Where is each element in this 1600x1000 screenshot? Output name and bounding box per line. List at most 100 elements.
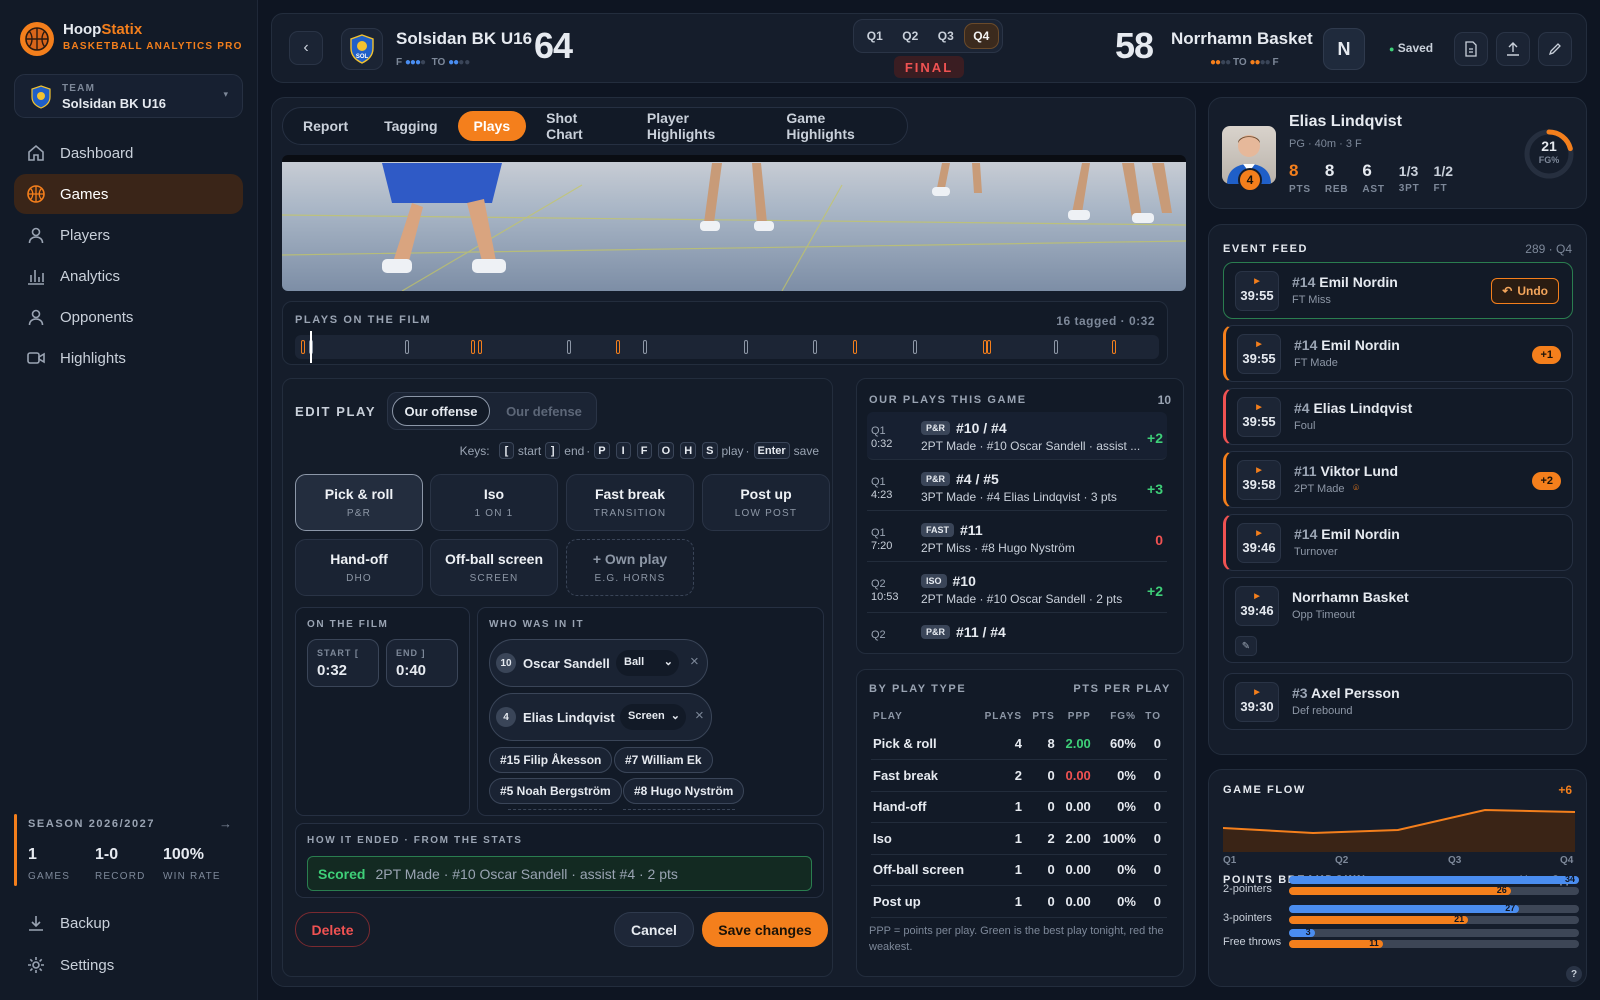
edit-game-button[interactable] xyxy=(1538,32,1572,66)
play-type-off-ball-screen[interactable]: Off-ball screen SCREEN xyxy=(430,539,558,596)
tab-player-highlights[interactable]: Player Highlights xyxy=(631,110,766,142)
back-button[interactable]: ‹ xyxy=(289,31,323,65)
timeline-marker[interactable] xyxy=(616,340,620,354)
timeline-track[interactable] xyxy=(295,331,1159,363)
quarter-q4[interactable]: Q4 xyxy=(963,23,1000,49)
play-list-item[interactable]: Q1 4:23 P&R #4 / #5 3PT Made · #4 Elias Lind… xyxy=(867,463,1167,511)
export-button[interactable] xyxy=(1496,32,1530,66)
cancel-button[interactable]: Cancel xyxy=(614,912,694,947)
timeline-marker[interactable] xyxy=(987,340,991,354)
toggle-our-defense[interactable]: Our defense xyxy=(494,396,594,426)
tab-tagging[interactable]: Tagging xyxy=(368,111,453,141)
event-time-button[interactable]: ▶ 39:46 xyxy=(1235,586,1279,626)
table-row[interactable]: Pick & roll 4 8 2.00 60% 0 xyxy=(871,728,1167,760)
team-selector[interactable]: TEAM Solsidan BK U16 ▾ xyxy=(14,74,243,118)
event-time-button[interactable]: ▶ 39:55 xyxy=(1237,334,1281,374)
nav-highlights[interactable]: Highlights xyxy=(14,338,243,378)
play-list-item[interactable]: Q1 7:20 FAST #11 2PT Miss · #8 Hugo Nyström 0 xyxy=(867,514,1167,562)
toggle-our-offense[interactable]: Our offense xyxy=(392,396,490,426)
play-type-iso[interactable]: Iso 1 ON 1 xyxy=(430,474,558,531)
edit-event-button[interactable]: ✎ xyxy=(1235,636,1257,656)
timeline-marker[interactable] xyxy=(567,340,571,354)
event-time-button[interactable]: ▶ 39:58 xyxy=(1237,460,1281,500)
play-type-hand-off[interactable]: Hand-off DHO xyxy=(295,539,423,596)
timeline-marker[interactable] xyxy=(1112,340,1116,354)
tab-report[interactable]: Report xyxy=(287,111,364,141)
timeline-marker[interactable] xyxy=(913,340,917,354)
tab-plays[interactable]: Plays xyxy=(457,111,527,141)
event-item[interactable]: ▶ 39:46 #14 Emil Nordin Turnover xyxy=(1223,514,1573,571)
event-item[interactable]: ▶ 39:55 #14 Emil Nordin FT Made +1 xyxy=(1223,325,1573,382)
player-chip[interactable]: #5 Noah Bergström xyxy=(489,778,622,804)
column-header: PLAY xyxy=(873,710,903,722)
timeline-marker[interactable] xyxy=(478,340,482,354)
nav-games[interactable]: Games xyxy=(14,174,243,214)
nav-players[interactable]: Players xyxy=(14,215,243,255)
event-item[interactable]: ▶ 39:46 Norrhamn Basket Opp Timeout ✎ xyxy=(1223,577,1573,663)
help-icon[interactable]: ? xyxy=(1566,966,1582,982)
add-own-play-button[interactable]: + Own play E.G. HORNS xyxy=(566,539,694,596)
event-item[interactable]: ▶ 39:30 #3 Axel Persson Def rebound xyxy=(1223,673,1573,730)
timeline-marker[interactable] xyxy=(643,340,647,354)
tab-shot-chart[interactable]: Shot Chart xyxy=(530,110,627,142)
video-player[interactable] xyxy=(282,155,1186,291)
quarter-q3[interactable]: Q3 xyxy=(928,23,964,49)
nav-backup[interactable]: Backup xyxy=(14,903,243,943)
nav-opponents[interactable]: Opponents xyxy=(14,297,243,337)
event-item[interactable]: ▶ 39:58 #11 Viktor Lund 2PT Made ⌾ +2 xyxy=(1223,451,1573,508)
remove-player-icon[interactable]: × xyxy=(690,653,699,670)
breakdown-category-label: 3-pointers xyxy=(1223,912,1272,924)
table-row[interactable]: Post up 1 0 0.00 0% 0 xyxy=(871,885,1167,918)
arrow-right-icon[interactable]: → xyxy=(219,816,232,831)
timeline-marker[interactable] xyxy=(744,340,748,354)
undo-button[interactable]: ↶ Undo xyxy=(1491,278,1559,304)
player-chip[interactable]: #15 Filip Åkesson xyxy=(489,747,613,773)
play-list-item[interactable]: Q2 P&R #11 / #4 xyxy=(867,616,1167,653)
quarter-q1[interactable]: Q1 xyxy=(857,23,893,49)
table-row[interactable]: Off-ball screen 1 0 0.00 0% 0 xyxy=(871,854,1167,886)
event-time-button[interactable]: ▶ 39:30 xyxy=(1235,682,1279,722)
breakdown-bar-us xyxy=(1289,905,1520,913)
timeline-marker[interactable] xyxy=(405,340,409,354)
timeline-playhead[interactable] xyxy=(310,331,312,363)
timeline-marker[interactable] xyxy=(813,340,817,354)
player-chip[interactable]: #8 Hugo Nyström xyxy=(623,778,745,804)
end-time-field[interactable]: END ] 0:40 xyxy=(386,639,458,687)
play-list-item[interactable]: Q1 0:32 P&R #10 / #4 2PT Made · #10 Oscar Sa… xyxy=(867,412,1167,460)
nav-dashboard[interactable]: Dashboard xyxy=(14,133,243,173)
timeline-marker[interactable] xyxy=(1054,340,1058,354)
event-item[interactable]: ▶ 39:55 #4 Elias Lindqvist Foul xyxy=(1223,388,1573,445)
play-type-post-up[interactable]: Post up LOW POST xyxy=(702,474,830,531)
player-chip[interactable]: #7 William Ek xyxy=(614,747,713,773)
play-type-pick-and-roll[interactable]: Pick & roll P&R xyxy=(295,474,423,531)
timeline-marker[interactable] xyxy=(471,340,475,354)
nav-settings[interactable]: Settings xyxy=(14,945,243,985)
save-changes-button[interactable]: Save changes xyxy=(702,912,828,947)
start-time-field[interactable]: START [ 0:32 xyxy=(307,639,379,687)
table-row[interactable]: Fast break 2 0 0.00 0% 0 xyxy=(871,759,1167,792)
timeline-marker[interactable] xyxy=(301,340,305,354)
delete-button[interactable]: Delete xyxy=(295,912,370,947)
event-time-button[interactable]: ▶ 39:46 xyxy=(1237,523,1281,563)
nav-analytics[interactable]: Analytics xyxy=(14,256,243,296)
remove-player-icon[interactable]: × xyxy=(695,707,704,724)
player-role-select[interactable]: Screen ⌄ xyxy=(620,704,686,730)
timeline-marker[interactable] xyxy=(853,340,857,354)
play-list-item[interactable]: Q2 10:53 ISO #10 2PT Made · #10 Oscar Sandel… xyxy=(867,565,1167,613)
report-button[interactable] xyxy=(1454,32,1488,66)
table-row[interactable]: Hand-off 1 0 0.00 0% 0 xyxy=(871,791,1167,823)
event-time-button[interactable]: ▶ 39:55 xyxy=(1237,397,1281,437)
player-name: Elias Lindqvist xyxy=(523,710,615,725)
quarter-q2[interactable]: Q2 xyxy=(893,23,929,49)
tab-game-highlights[interactable]: Game Highlights xyxy=(770,110,903,142)
play-icon: ▶ xyxy=(1254,278,1260,285)
table-row[interactable]: Iso 1 2 2.00 100% 0 xyxy=(871,822,1167,855)
key-enter: Enter xyxy=(753,442,790,459)
play-type-fast-break[interactable]: Fast break TRANSITION xyxy=(566,474,694,531)
event-player: #14 Emil Nordin xyxy=(1294,337,1400,353)
event-item[interactable]: ▶ 39:55 #14 Emil Nordin FT Miss ↶ Undo xyxy=(1223,262,1573,319)
player-role-select[interactable]: Ball ⌄ xyxy=(616,650,679,676)
player-card: 4 Elias Lindqvist PG · 40m · 3 F 8 PTS 8 R… xyxy=(1208,97,1587,209)
pts-cell: 0 xyxy=(1028,759,1061,792)
event-time-button[interactable]: ▶ 39:55 xyxy=(1235,271,1279,311)
